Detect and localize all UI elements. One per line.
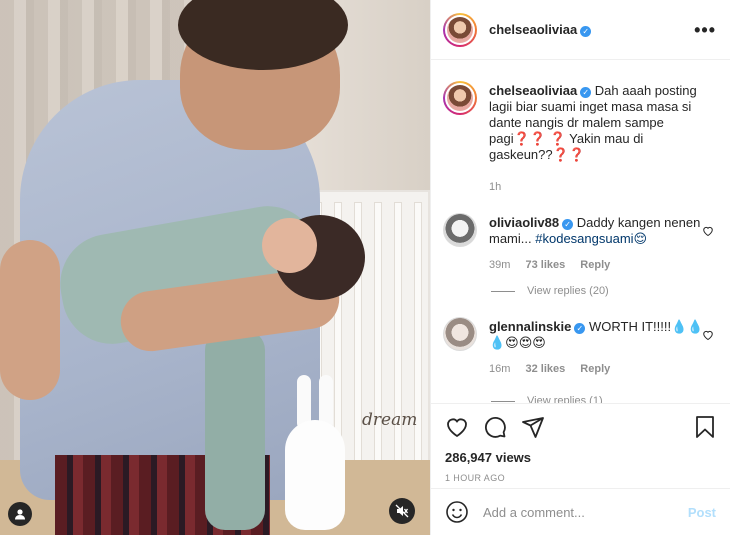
view-count[interactable]: 286,947 views — [445, 450, 716, 465]
man-arm — [0, 240, 60, 400]
comment-likes[interactable]: 32 likes — [525, 363, 565, 375]
reply-button[interactable]: Reply — [580, 363, 610, 375]
baby-face — [262, 218, 317, 273]
post-header: chelseaoliviaa ✓ ••• — [431, 0, 730, 60]
emoji-icon[interactable] — [445, 500, 469, 524]
commenter-username[interactable]: oliviaoliv88 — [489, 215, 559, 230]
post-comment-button[interactable]: Post — [688, 505, 716, 520]
save-bookmark-icon[interactable] — [694, 415, 716, 439]
user-icon — [15, 509, 25, 520]
like-heart-icon[interactable] — [445, 415, 469, 439]
comment-input[interactable]: Add a comment... — [483, 505, 585, 520]
post-actions: 286,947 views 1 HOUR AGO — [431, 403, 730, 483]
hanging-blanket — [205, 330, 265, 530]
comments-list[interactable]: chelseaoliviaa ✓ Dah aaah posting lagii b… — [431, 61, 730, 403]
mute-button[interactable] — [389, 498, 415, 524]
comment-item: glennalinskie ✓ WORTH IT!!!!!💧💧💧😍😍😍 16m 3… — [443, 317, 716, 377]
view-replies-label: View replies (1) — [527, 395, 603, 403]
comment-item: oliviaoliv88 ✓ Daddy kangen nenen mami...… — [443, 213, 716, 273]
comment-time: 39m — [489, 259, 511, 271]
author-avatar[interactable] — [443, 12, 477, 47]
post-sidebar: chelseaoliviaa ✓ ••• chelseaoliviaa ✓ Dah … — [430, 0, 730, 535]
muted-speaker-icon — [395, 504, 409, 518]
post-timestamp[interactable]: 1 HOUR AGO — [445, 473, 716, 483]
replies-divider — [491, 290, 515, 292]
bunny-lamp — [285, 375, 345, 530]
add-comment-bar: Add a comment... Post — [431, 488, 730, 535]
author-username[interactable]: chelseaoliviaa — [489, 22, 577, 37]
comment-likes[interactable]: 73 likes — [525, 259, 565, 271]
tagged-user-button[interactable] — [8, 502, 32, 526]
commenter-username[interactable]: glennalinskie — [489, 319, 571, 334]
verified-badge-icon: ✓ — [574, 323, 586, 334]
view-replies-button[interactable]: View replies (20) — [491, 285, 716, 297]
verified-badge-icon: ✓ — [562, 219, 574, 230]
comment-hashtag-link[interactable]: #kodesangsuami😌 — [535, 231, 647, 246]
commenter-avatar[interactable] — [443, 213, 477, 247]
caption-time: 1h — [489, 181, 502, 193]
verified-badge-icon: ✓ — [580, 25, 592, 37]
replies-divider — [491, 400, 515, 402]
caption: chelseaoliviaa ✓ Dah aaah posting lagii b… — [443, 81, 716, 195]
view-replies-button[interactable]: View replies (1) — [491, 395, 716, 403]
like-comment-heart-icon[interactable] — [702, 225, 714, 237]
comment-bubble-icon[interactable] — [483, 415, 507, 439]
view-replies-label: View replies (20) — [527, 285, 609, 297]
share-send-icon[interactable] — [521, 415, 545, 439]
crib-dream-text: dream — [362, 410, 418, 430]
caption-username[interactable]: chelseaoliviaa — [489, 83, 577, 98]
verified-badge-icon: ✓ — [580, 87, 592, 98]
reply-button[interactable]: Reply — [580, 259, 610, 271]
post-video[interactable]: dream — [0, 0, 430, 535]
commenter-avatar[interactable] — [443, 317, 477, 351]
caption-avatar[interactable] — [443, 81, 477, 115]
comment-time: 16m — [489, 363, 511, 375]
like-comment-heart-icon[interactable] — [702, 329, 714, 341]
more-options-icon[interactable]: ••• — [694, 21, 716, 39]
